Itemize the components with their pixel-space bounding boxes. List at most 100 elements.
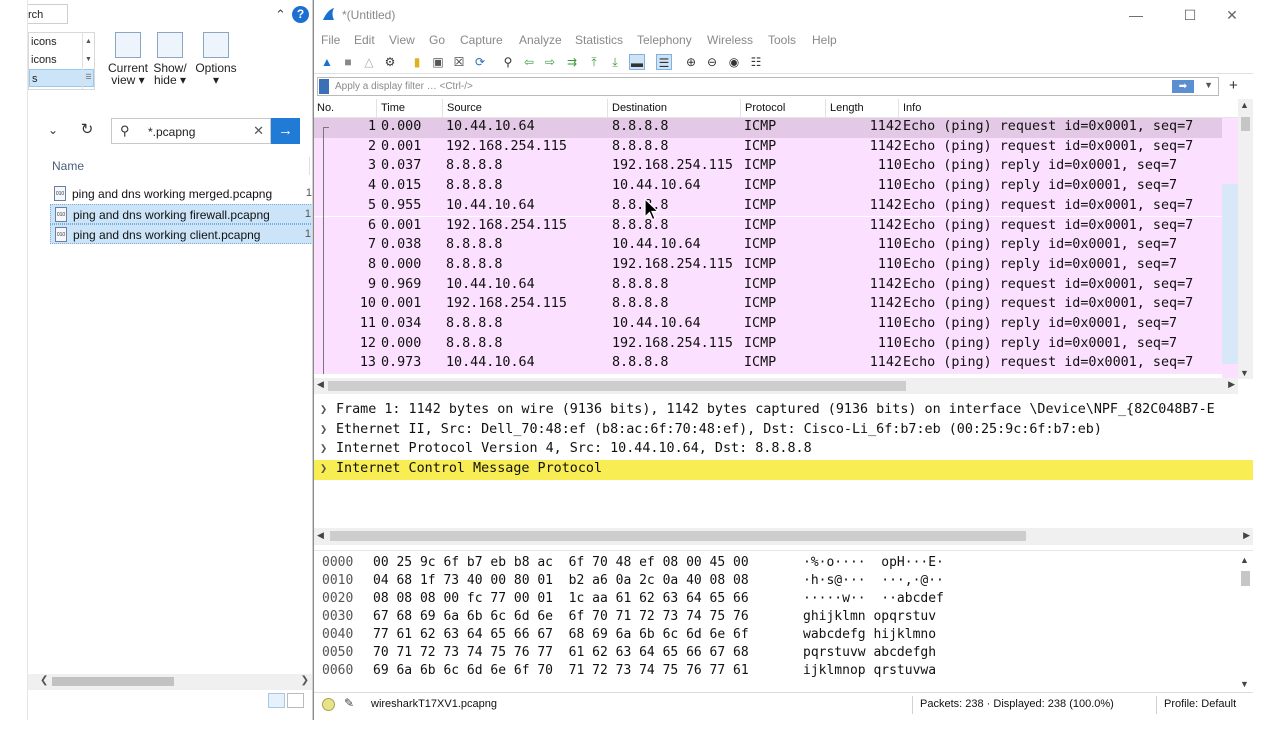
hex-dump-row[interactable]: 0040 77 61 62 63 64 65 66 67 68 69 6a 6b…	[314, 625, 1234, 643]
resize-columns-icon[interactable]: ☷	[748, 54, 764, 70]
menu-wireless[interactable]: Wireless	[707, 33, 753, 47]
minimize-icon[interactable]: —	[1114, 4, 1158, 26]
explorer-horizontal-scrollbar[interactable]: ❮ ❯	[28, 674, 312, 690]
gallery-down-icon[interactable]: ▼	[83, 51, 94, 69]
detail-tree-item[interactable]: ❯ Frame 1: 1142 bytes on wire (9136 bits…	[314, 401, 1253, 421]
refresh-icon[interactable]: ↻	[76, 120, 98, 142]
expand-arrow-icon[interactable]: ❯	[320, 422, 327, 436]
close-file-icon[interactable]: ☒	[451, 54, 467, 70]
column-divider[interactable]	[376, 99, 377, 117]
expert-info-led-icon[interactable]	[322, 698, 335, 711]
packet-row[interactable]: 6 0.001 192.168.254.115 8.8.8.8 ICMP 114…	[314, 216, 1222, 237]
scroll-down-icon[interactable]: ▼	[1240, 679, 1249, 689]
restart-capture-icon[interactable]: △	[361, 54, 377, 70]
scroll-down-icon[interactable]: ▼	[1240, 368, 1249, 378]
menu-view[interactable]: View	[389, 33, 415, 47]
expand-arrow-icon[interactable]: ❯	[320, 441, 327, 455]
scroll-right-icon[interactable]: ▶	[1228, 379, 1235, 390]
column-header-destination[interactable]: Destination	[612, 102, 667, 114]
scrollbar-thumb[interactable]	[1241, 571, 1250, 586]
scroll-up-icon[interactable]: ▲	[1240, 100, 1249, 110]
column-divider[interactable]	[309, 157, 310, 175]
packet-row-selected[interactable]: 1 0.000 10.44.10.64 8.8.8.8 ICMP 1142 Ec…	[314, 118, 1222, 138]
scrollbar-thumb[interactable]	[1241, 117, 1250, 131]
go-back-icon[interactable]: ⇦	[521, 54, 537, 70]
column-header-source[interactable]: Source	[447, 102, 482, 114]
menu-edit[interactable]: Edit	[354, 33, 375, 47]
scrollbar-thumb[interactable]	[330, 531, 1026, 541]
menu-capture[interactable]: Capture	[460, 33, 503, 47]
column-divider[interactable]	[442, 99, 443, 117]
hex-dump-row[interactable]: 0050 70 71 72 73 74 75 76 77 61 62 63 64…	[314, 643, 1234, 661]
expand-arrow-icon[interactable]: ❯	[320, 461, 327, 475]
file-list-item[interactable]: 010 ping and dns working merged.pcapng 1	[50, 184, 312, 204]
packet-row[interactable]: 13 0.973 10.44.10.64 8.8.8.8 ICMP 1142 E…	[314, 354, 1222, 375]
details-view-icon[interactable]	[268, 693, 285, 708]
column-header-protocol[interactable]: Protocol	[745, 102, 785, 114]
capture-options-icon[interactable]: ⚙	[382, 54, 398, 70]
hex-dump-row[interactable]: 0000 00 25 9c 6f b7 eb b8 ac 6f 70 48 ef…	[314, 553, 1234, 571]
show-hide-button[interactable]: Show/ hide ▾	[152, 32, 188, 86]
options-button[interactable]: Options ▾	[194, 32, 238, 86]
reload-file-icon[interactable]: ⟳	[472, 54, 488, 70]
save-file-icon[interactable]: ▣	[430, 54, 446, 70]
collapse-ribbon-icon[interactable]: ⌃	[275, 7, 286, 23]
packet-details-horizontal-scrollbar[interactable]: ◀ ▶	[314, 528, 1253, 545]
packet-row[interactable]: 12 0.000 8.8.8.8 192.168.254.115 ICMP 11…	[314, 334, 1222, 355]
clear-search-icon[interactable]: ✕	[253, 123, 264, 139]
column-name-header[interactable]: Name	[52, 159, 84, 173]
hex-dump-row[interactable]: 0020 08 08 08 00 fc 77 00 01 1c aa 61 62…	[314, 589, 1234, 607]
gallery-up-icon[interactable]: ▲	[83, 33, 94, 51]
first-packet-icon[interactable]: ⤒	[586, 54, 602, 70]
menu-statistics[interactable]: Statistics	[575, 33, 623, 47]
colorize-icon[interactable]: ☰	[656, 54, 672, 70]
packet-row[interactable]: 4 0.015 8.8.8.8 10.44.10.64 ICMP 110 Ech…	[314, 177, 1222, 198]
profile-status[interactable]: Profile: Default	[1164, 698, 1236, 710]
column-divider[interactable]	[898, 99, 899, 117]
start-capture-icon[interactable]: ▲	[319, 54, 335, 70]
filter-bookmark-icon[interactable]	[319, 79, 329, 94]
open-file-icon[interactable]: ▮	[409, 54, 425, 70]
close-icon[interactable]: ✕	[1210, 4, 1254, 26]
detail-tree-item[interactable]: ❯ Internet Protocol Version 4, Src: 10.4…	[314, 440, 1253, 460]
packet-row[interactable]: 8 0.000 8.8.8.8 192.168.254.115 ICMP 110…	[314, 255, 1222, 276]
packet-bytes-vertical-scrollbar[interactable]: ▲ ▼	[1238, 553, 1253, 691]
menu-file[interactable]: File	[321, 33, 340, 47]
scrollbar-thumb[interactable]	[328, 381, 906, 391]
hex-dump-row[interactable]: 0060 69 6a 6b 6c 6d 6e 6f 70 71 72 73 74…	[314, 661, 1234, 679]
menu-tools[interactable]: Tools	[768, 33, 796, 47]
packet-list-horizontal-scrollbar[interactable]: ◀ ▶	[314, 378, 1238, 394]
add-filter-button-icon[interactable]: +	[1229, 77, 1238, 94]
gallery-more-icon[interactable]: ☰	[83, 69, 94, 87]
menu-go[interactable]: Go	[429, 33, 445, 47]
packet-row[interactable]: 11 0.034 8.8.8.8 10.44.10.64 ICMP 110 Ec…	[314, 315, 1222, 335]
menu-help[interactable]: Help	[812, 33, 837, 47]
zoom-reset-icon[interactable]: ◉	[726, 54, 742, 70]
menu-telephony[interactable]: Telephony	[637, 33, 692, 47]
menu-analyze[interactable]: Analyze	[519, 33, 562, 47]
scroll-left-icon[interactable]: ◀	[317, 530, 324, 541]
hex-dump-row[interactable]: 0010 04 68 1f 73 40 00 80 01 b2 a6 0a 2c…	[314, 571, 1234, 589]
last-packet-icon[interactable]: ⤓	[607, 54, 623, 70]
find-packet-icon[interactable]: ⚲	[500, 54, 516, 70]
search-go-button[interactable]: →	[271, 118, 300, 144]
search-input[interactable]: ⚲ *.pcapng ✕	[111, 118, 271, 144]
detail-tree-item[interactable]: ❯ Ethernet II, Src: Dell_70:48:ef (b8:ac…	[314, 421, 1253, 441]
column-header-length[interactable]: Length	[830, 102, 864, 114]
hex-dump-row[interactable]: 0030 67 68 69 6a 6b 6c 6d 6e 6f 70 71 72…	[314, 607, 1234, 625]
packet-list-vertical-scrollbar[interactable]: ▲ ▼	[1238, 99, 1253, 379]
go-forward-icon[interactable]: ⇨	[542, 54, 558, 70]
stop-capture-icon[interactable]: ■	[340, 54, 356, 70]
file-list-item-selected[interactable]: 010 ping and dns working firewall.pcapng…	[50, 204, 312, 224]
scroll-left-icon[interactable]: ◀	[317, 379, 324, 390]
large-icons-view-icon[interactable]	[287, 693, 304, 708]
maximize-icon[interactable]: ☐	[1168, 4, 1212, 26]
autoscroll-icon[interactable]: ▬	[629, 54, 645, 70]
packet-row[interactable]: 9 0.969 10.44.10.64 8.8.8.8 ICMP 1142 Ec…	[314, 275, 1222, 296]
column-header-info[interactable]: Info	[903, 102, 921, 114]
packet-row[interactable]: 5 0.955 10.44.10.64 8.8.8.8 ICMP 1142 Ec…	[314, 196, 1222, 217]
help-icon[interactable]: ?	[292, 6, 309, 23]
file-list-item-selected[interactable]: 010 ping and dns working client.pcapng 1	[50, 224, 312, 244]
column-divider[interactable]	[607, 99, 608, 117]
capture-comment-icon[interactable]: ✎	[344, 696, 354, 710]
